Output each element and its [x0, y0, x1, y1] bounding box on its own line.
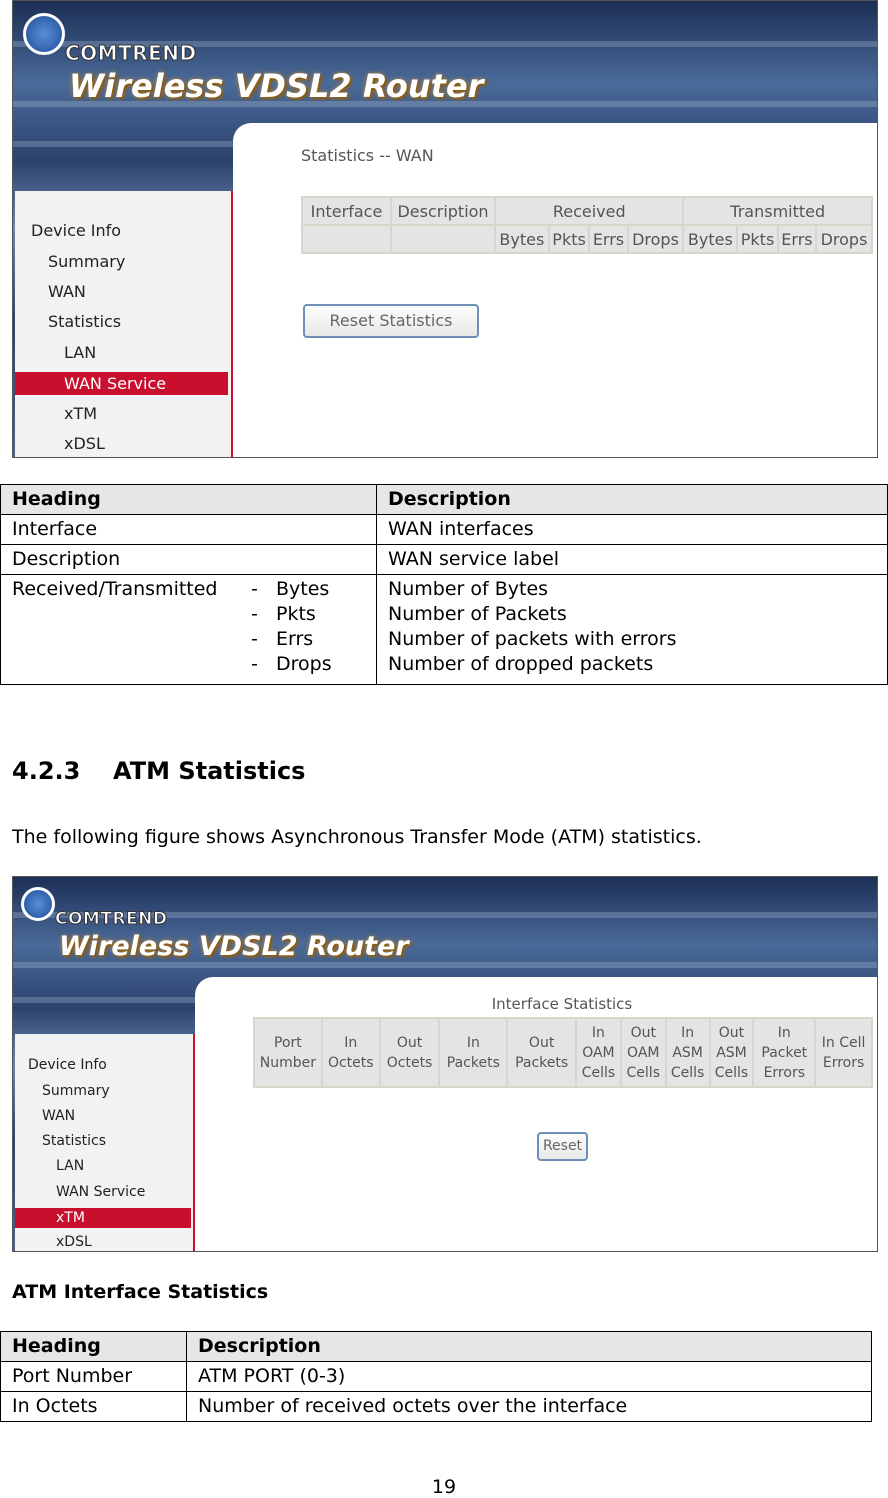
wan-stats-table: Interface Description Received Transmitted … [301, 196, 873, 254]
cell-description: WAN service label [376, 544, 888, 575]
nav-wan[interactable]: WAN [48, 282, 86, 301]
nav-wan-service[interactable]: WAN Service [15, 372, 228, 395]
nav-device-info[interactable]: Device Info [31, 221, 121, 240]
cell-heading: In Octets [0, 1391, 187, 1422]
col-received: Received [493, 196, 685, 226]
header-heading: Heading [0, 1331, 187, 1362]
col-in-octets: In Octets [320, 1017, 381, 1088]
nav-lan[interactable]: LAN [56, 1158, 84, 1174]
col-rx-pkts: Pkts [547, 224, 591, 254]
comtrend-logo-icon [21, 887, 55, 921]
col-in-packets: In Packets [438, 1017, 509, 1088]
dash: - [251, 578, 258, 600]
desc-line: Number of Packets [388, 603, 567, 625]
rt-label: Received/Transmitted [12, 578, 218, 600]
reset-statistics-button[interactable]: Reset Statistics [303, 304, 479, 338]
brand-logo: COMTREND [65, 41, 197, 66]
product-title: Wireless VDSL2 Router [69, 67, 484, 105]
content-area [233, 123, 877, 457]
col-out-packets: Out Packets [506, 1017, 577, 1088]
col-in-oam-cells: In OAM Cells [575, 1017, 622, 1088]
rt-items: - Bytes - Pkts - Errs - Drops [251, 577, 332, 677]
cell-description: Number of received octets over the inter… [186, 1391, 872, 1422]
nav-wan-service[interactable]: WAN Service [56, 1184, 145, 1200]
page-title: Statistics -- WAN [301, 146, 434, 165]
page-title: Interface Statistics [491, 995, 633, 1013]
comtrend-logo-icon [23, 13, 65, 55]
col-description: Description [390, 196, 496, 226]
col-out-octets: Out Octets [378, 1017, 441, 1088]
header-description: Description [376, 484, 888, 515]
wan-statistics-screenshot: COMTREND Wireless VDSL2 Router Device In… [12, 0, 878, 458]
col-out-asm-cells: Out ASM Cells [708, 1017, 755, 1088]
nav-device-info[interactable]: Device Info [28, 1057, 107, 1073]
col-in-packet-errors: In Packet Errors [752, 1017, 817, 1088]
col-tx-drops: Drops [815, 224, 873, 254]
cell-heading: Port Number [0, 1361, 187, 1392]
page-number: 19 [431, 1476, 457, 1498]
cell-description: ATM PORT (0-3) [186, 1361, 872, 1392]
product-title: Wireless VDSL2 Router [59, 931, 409, 962]
item: Drops [275, 653, 332, 675]
header-heading: Heading [0, 484, 377, 515]
col-interface: Interface [301, 196, 392, 226]
item: Pkts [275, 603, 316, 625]
nav-xtm[interactable]: xTM [64, 404, 97, 423]
reset-button[interactable]: Reset [537, 1132, 588, 1161]
nav-summary[interactable]: Summary [42, 1083, 110, 1099]
nav-lan[interactable]: LAN [64, 343, 96, 362]
col-rx-errs: Errs [588, 224, 629, 254]
cell-description: WAN interfaces [376, 514, 888, 545]
desc-line: Number of Bytes [388, 578, 549, 600]
dash: - [251, 628, 258, 650]
cell-description: Number of Bytes Number of Packets Number o… [376, 574, 888, 685]
section-number: 4.2.3 [12, 757, 81, 785]
atm-statistics-screenshot: COMTREND Wireless VDSL2 Router Device In… [12, 876, 878, 1252]
item: Errs [275, 628, 314, 650]
cell-heading: Description [0, 544, 377, 575]
col-rx-drops: Drops [626, 224, 685, 254]
desc-line: Number of packets with errors [388, 628, 677, 650]
nav-statistics[interactable]: Statistics [42, 1133, 106, 1149]
interface-stats-table: Port Number In Octets Out Octets In Packets… [253, 1017, 873, 1088]
nav-summary[interactable]: Summary [48, 252, 125, 271]
dash: - [251, 653, 258, 675]
nav-xtm[interactable]: xTM [15, 1208, 191, 1228]
nav-wan[interactable]: WAN [42, 1108, 75, 1124]
col-tx-pkts: Pkts [736, 224, 779, 254]
section-paragraph: The following figure shows Asynchronous … [12, 826, 702, 848]
col-port-number: Port Number [253, 1017, 323, 1088]
col-rx-bytes: Bytes [494, 224, 550, 254]
col-in-cell-errors: In Cell Errors [814, 1017, 873, 1088]
nav-xdsl[interactable]: xDSL [56, 1234, 92, 1250]
dash: - [251, 603, 258, 625]
brand-logo: COMTREND [54, 909, 168, 930]
section-title: ATM Statistics [113, 757, 306, 785]
nav-statistics[interactable]: Statistics [48, 312, 121, 331]
item: Bytes [275, 578, 330, 600]
atm-description-table: Heading Description Port Number ATM PORT (… [0, 1331, 872, 1422]
wan-description-table: Heading Description Interface WAN interfac… [0, 484, 888, 685]
subheading: ATM Interface Statistics [12, 1281, 269, 1303]
col-in-asm-cells: In ASM Cells [664, 1017, 711, 1088]
col-tx-errs: Errs [776, 224, 818, 254]
col-tx-bytes: Bytes [682, 224, 739, 254]
cell-heading: Received/Transmitted - Bytes - Pkts - Er… [0, 574, 377, 685]
nav-xdsl[interactable]: xDSL [64, 434, 105, 453]
header-description: Description [186, 1331, 872, 1362]
col-transmitted: Transmitted [682, 196, 873, 226]
cell-heading: Interface [0, 514, 377, 545]
col-out-oam-cells: Out OAM Cells [619, 1017, 667, 1088]
desc-line: Number of dropped packets [388, 653, 654, 675]
